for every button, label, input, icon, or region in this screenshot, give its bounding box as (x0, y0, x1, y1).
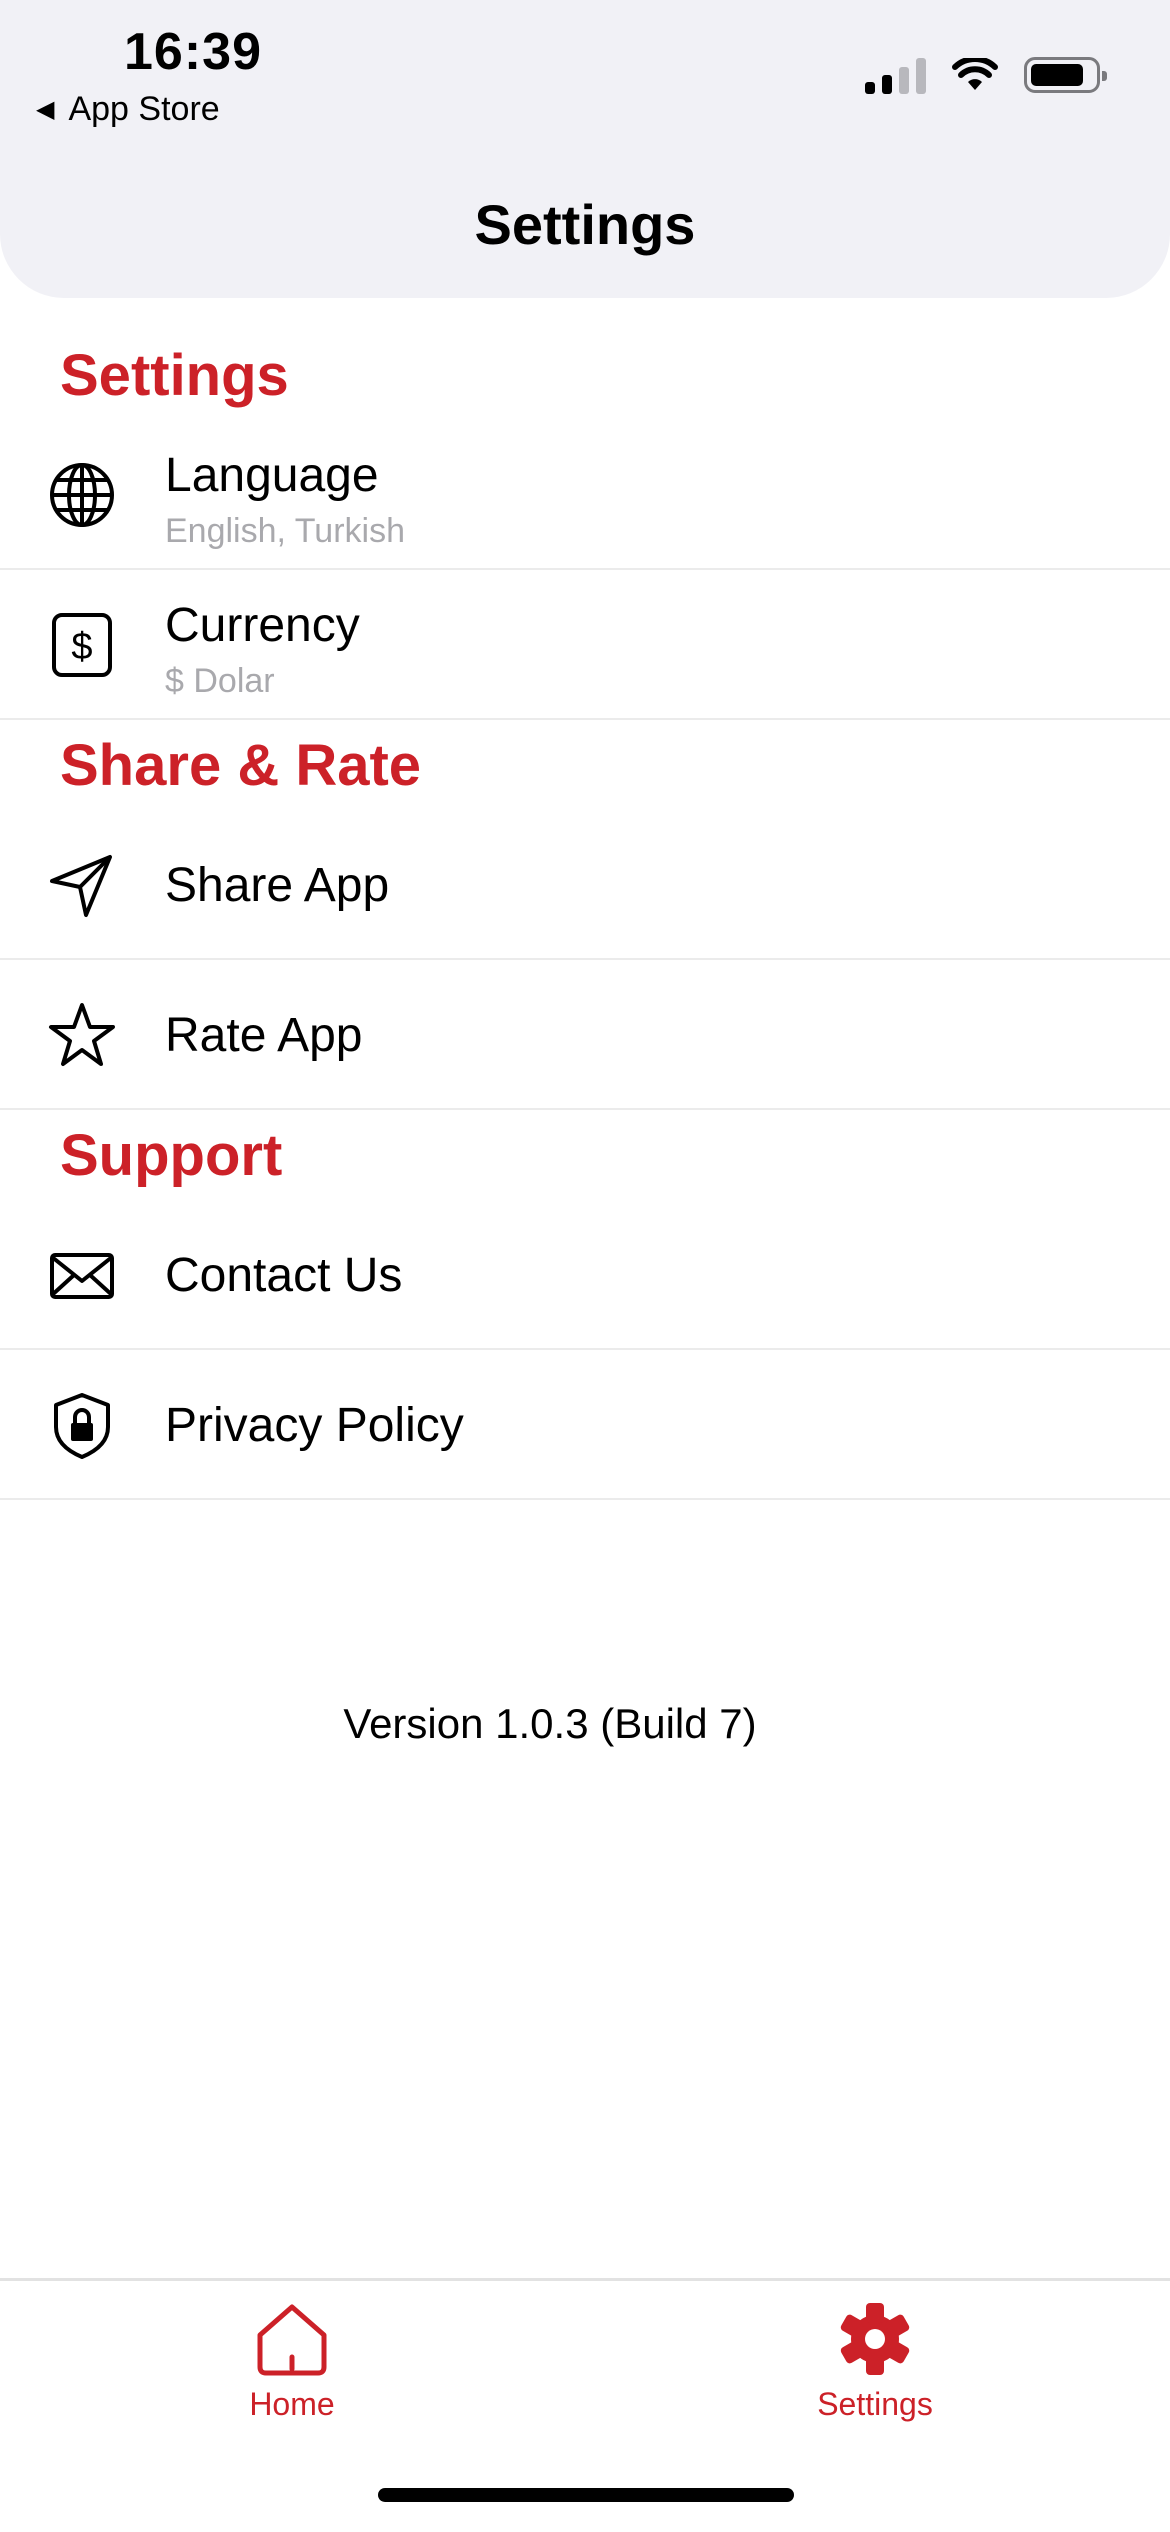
shield-lock-icon (54, 1393, 110, 1459)
status-icons (865, 56, 1107, 94)
cellular-signal-icon (865, 56, 926, 94)
page-title: Settings (474, 193, 696, 256)
share-app-label: Share App (165, 859, 390, 912)
home-icon (257, 2304, 327, 2376)
share-app-row[interactable]: Share App (0, 810, 1170, 960)
section-title-settings: Settings (60, 343, 289, 408)
currency-label: Currency (165, 599, 360, 652)
language-value: English, Turkish (165, 512, 405, 550)
tab-settings[interactable]: Settings (775, 2299, 975, 2423)
contact-us-label: Contact Us (165, 1249, 403, 1302)
gear-icon (840, 2303, 910, 2375)
tab-home[interactable]: Home (192, 2299, 392, 2423)
paper-plane-icon (50, 855, 112, 917)
version-text: Version 1.0.3 (Build 7) (343, 1700, 757, 1747)
home-indicator[interactable] (378, 2488, 794, 2502)
back-label: App Store (68, 90, 220, 128)
section-title-share-rate: Share & Rate (60, 733, 422, 798)
status-time: 16:39 (124, 23, 262, 81)
contact-us-row[interactable]: Contact Us (0, 1200, 1170, 1350)
globe-icon (50, 463, 114, 527)
envelope-icon (50, 1253, 114, 1299)
language-label: Language (165, 449, 379, 502)
svg-text:$: $ (71, 626, 92, 668)
privacy-policy-row[interactable]: Privacy Policy (0, 1350, 1170, 1500)
tab-settings-label: Settings (817, 2386, 933, 2422)
language-row[interactable]: Language English, Turkish (0, 420, 1170, 570)
star-icon (49, 1003, 115, 1066)
rate-app-label: Rate App (165, 1009, 363, 1062)
back-triangle-icon: ◀ (36, 96, 55, 123)
tab-home-label: Home (249, 2386, 335, 2422)
privacy-policy-label: Privacy Policy (165, 1399, 464, 1452)
currency-value: $ Dolar (165, 662, 275, 700)
header: 16:39 ◀ App Store Settings (0, 0, 1170, 298)
wifi-icon (952, 58, 998, 90)
rate-app-row[interactable]: Rate App (0, 960, 1170, 1110)
section-title-support: Support (60, 1123, 283, 1188)
battery-icon (1024, 57, 1107, 93)
dollar-icon: $ (52, 613, 112, 677)
back-to-app-store[interactable]: ◀ App Store (36, 90, 220, 129)
currency-row[interactable]: $ Currency $ Dolar (0, 570, 1170, 720)
